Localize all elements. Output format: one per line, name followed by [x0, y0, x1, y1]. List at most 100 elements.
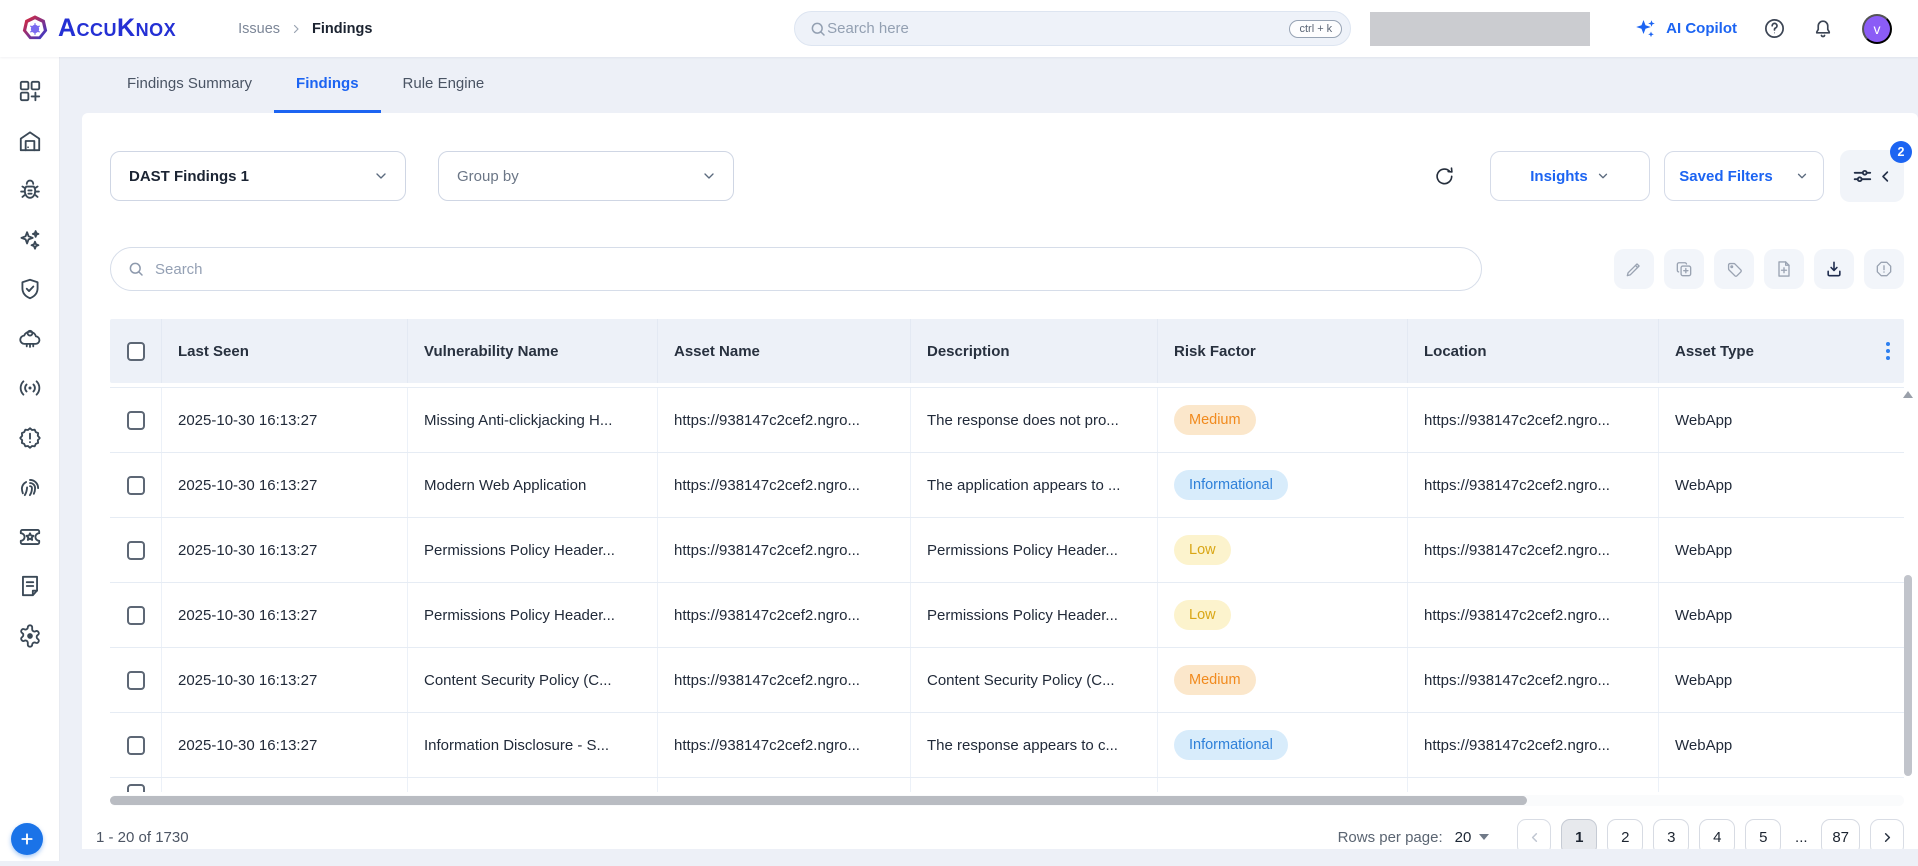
vertical-scrollbar-thumb[interactable] [1904, 574, 1912, 776]
file-plus-icon [1778, 261, 1790, 277]
cell-location: https://938147c2cef2.ngro... [1408, 583, 1659, 647]
scroll-up-arrow[interactable] [1903, 391, 1913, 398]
row-checkbox[interactable] [126, 410, 145, 430]
horizontal-scrollbar-thumb[interactable] [110, 796, 1528, 805]
sparkle-icon [1636, 19, 1655, 37]
sidebar-item-dashboard[interactable] [10, 71, 50, 111]
duplicate-button[interactable] [1664, 249, 1704, 289]
report-issue-button[interactable] [1864, 249, 1904, 289]
accuknox-logo-icon [22, 14, 48, 39]
sidebar-item-inventory[interactable] [10, 121, 50, 161]
breadcrumb-current: Findings [312, 20, 373, 37]
sidebar-item-tickets[interactable] [10, 517, 50, 557]
column-header: Asset Name [658, 319, 911, 383]
tab[interactable]: Rule Engine [381, 57, 507, 113]
help-button[interactable] [1763, 17, 1786, 40]
sidebar-item-network[interactable] [10, 368, 50, 408]
results-range-label: 1 - 20 of 1730 [96, 828, 189, 846]
cell-location: https://938147c2cef2.ngro... [1408, 518, 1659, 582]
table-row[interactable]: 2025-10-30 16:13:27 Permissions Policy H… [110, 518, 1904, 583]
table-row[interactable]: 2025-10-30 16:13:27 Information Disclosu… [110, 713, 1904, 778]
loading-placeholder-block [1370, 11, 1591, 46]
row-checkbox [126, 784, 145, 792]
plus-icon [21, 833, 33, 845]
row-checkbox[interactable] [126, 540, 145, 560]
search-icon [811, 22, 825, 36]
cell-asset-name: https://938147c2cef2.ngro... [658, 713, 911, 777]
row-checkbox[interactable] [126, 605, 145, 625]
create-fab-button[interactable] [11, 823, 43, 855]
alert-octagon-icon [1876, 261, 1892, 277]
saved-filters-button[interactable]: Saved Filters [1664, 151, 1824, 201]
insights-button[interactable]: Insights [1490, 151, 1650, 201]
column-header: Risk Factor [1158, 319, 1408, 383]
user-avatar[interactable]: v [1862, 13, 1892, 44]
table-search-input[interactable] [155, 260, 1465, 278]
sidebar-item-issues[interactable] [10, 170, 50, 210]
breadcrumb-parent[interactable]: Issues [238, 21, 280, 37]
tab[interactable]: Findings Summary [105, 57, 274, 113]
filter-panel-toggle[interactable]: 2 [1840, 141, 1912, 202]
sidebar-item-settings[interactable] [10, 616, 50, 656]
notifications-button[interactable] [1812, 18, 1834, 40]
global-search-input[interactable] [827, 20, 1290, 37]
app-root: AccuKnox Issues Findings ctrl + k AI Cop… [0, 0, 1918, 861]
sidebar-item-alerts[interactable] [10, 418, 50, 458]
row-checkbox[interactable] [126, 735, 145, 755]
sidebar-item-reports[interactable] [10, 566, 50, 606]
search-shortcut-chip: ctrl + k [1289, 19, 1343, 38]
table-search [110, 247, 1482, 291]
edit-button[interactable] [1614, 249, 1654, 289]
cell-description: Permissions Policy Header... [911, 583, 1158, 647]
main-content: Findings Summary Findings Rule Engine DA… [60, 57, 1918, 861]
cell-risk-factor: Informational [1158, 453, 1408, 517]
cell-risk-factor: Low [1158, 583, 1408, 647]
table-row[interactable]: 2025-10-30 16:13:27 Content Security Pol… [110, 648, 1904, 713]
cell-asset-type: WebApp [1675, 411, 1733, 429]
chevron-left-icon [1531, 832, 1537, 842]
row-checkbox[interactable] [126, 475, 145, 495]
table-row[interactable]: 2025-10-30 16:13:27 Permissions Policy H… [110, 583, 1904, 648]
tag-button[interactable] [1714, 249, 1754, 289]
risk-badge: Informational [1174, 730, 1288, 760]
sparkles-icon [20, 229, 39, 250]
tab[interactable]: Findings [274, 57, 381, 113]
cell-vulnerability-name: Missing Anti-clickjacking H... [408, 388, 658, 452]
rows-per-page-select[interactable]: 20 [1455, 829, 1490, 846]
cell-risk-factor: Informational [1158, 713, 1408, 777]
active-filters-badge: 2 [1890, 141, 1912, 163]
table-header: Last Seen Vulnerability Name Asset Name … [110, 319, 1904, 383]
cell-vulnerability-name: Modern Web Application [408, 453, 658, 517]
ai-copilot-button[interactable]: AI Copilot [1634, 17, 1737, 41]
cell-risk-factor: Medium [1158, 648, 1408, 712]
cell-location: https://938147c2cef2.ngro... [1408, 713, 1659, 777]
bug-icon [19, 179, 40, 199]
group-by-select[interactable]: Group by [438, 151, 734, 201]
sidebar-item-identity[interactable] [10, 467, 50, 507]
tab-label: Findings Summary [127, 75, 253, 92]
finding-type-select[interactable]: DAST Findings 1 [110, 151, 406, 201]
sidebar-item-runtime-security[interactable] [10, 319, 50, 359]
row-checkbox-cell [110, 583, 162, 647]
finding-type-value: DAST Findings 1 [129, 167, 249, 185]
refresh-button[interactable] [1433, 165, 1456, 188]
table-row[interactable]: 2025-10-30 16:13:27 Missing Anti-clickja… [110, 388, 1904, 453]
cell-last-seen: 2025-10-30 16:13:27 [162, 388, 408, 452]
sidebar-item-ai-assist[interactable] [10, 220, 50, 260]
cell-vulnerability-name: Permissions Policy Header... [408, 583, 658, 647]
tab-label: Findings [296, 75, 359, 92]
row-checkbox[interactable] [126, 670, 145, 690]
cell-vulnerability-name: Information Disclosure - S... [408, 713, 658, 777]
create-ticket-button[interactable] [1764, 249, 1804, 289]
findings-panel: DAST Findings 1 Group by Insights Saved … [82, 113, 1918, 855]
download-button[interactable] [1814, 249, 1854, 289]
sidebar-item-compliance[interactable] [10, 269, 50, 309]
risk-badge: Informational [1174, 470, 1288, 500]
column-settings-menu[interactable] [1882, 338, 1894, 364]
table-row[interactable]: 2025-10-30 16:13:27 Modern Web Applicati… [110, 453, 1904, 518]
search-icon [129, 262, 143, 276]
select-all-checkbox[interactable] [126, 341, 145, 361]
cell-location: https://938147c2cef2.ngro... [1408, 648, 1659, 712]
caret-down-icon [1479, 834, 1490, 840]
global-search: ctrl + k [794, 11, 1352, 46]
